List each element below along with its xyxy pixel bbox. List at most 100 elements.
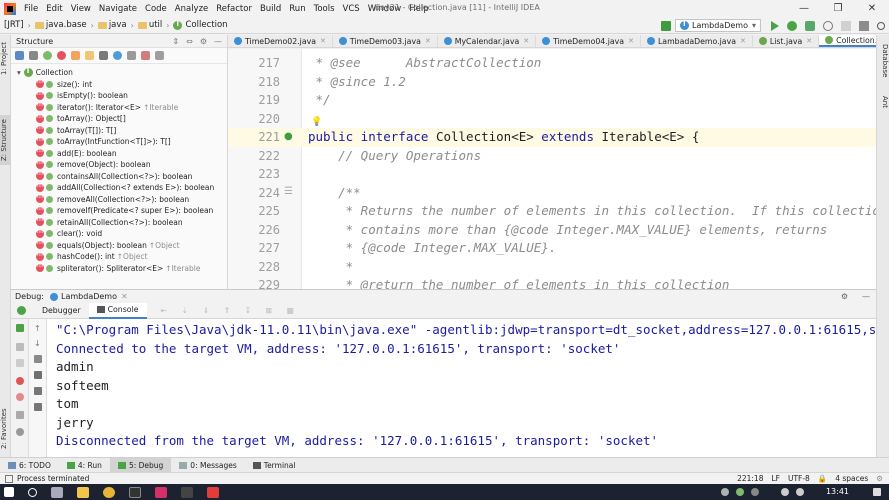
show-properties-icon[interactable]	[71, 51, 80, 60]
menu-analyze[interactable]: Analyze	[171, 4, 213, 14]
tray-icon[interactable]	[751, 488, 759, 496]
volume-icon[interactable]	[796, 488, 804, 496]
rerun-icon[interactable]	[17, 306, 26, 315]
notifications-icon[interactable]	[873, 488, 881, 496]
show-lambdas-icon[interactable]	[85, 51, 94, 60]
arrow-up-icon[interactable]: ↑	[34, 324, 42, 333]
project-tool-tab[interactable]: 1: Project	[0, 39, 11, 79]
taskbar-clock[interactable]: 13:41	[826, 487, 849, 496]
search-icon[interactable]	[28, 487, 37, 497]
editor-tab[interactable]: MyCalendar.java ✕	[438, 35, 537, 47]
fold-icon[interactable]: ☰	[284, 186, 293, 197]
run-icon[interactable]	[771, 20, 779, 31]
cursor-position[interactable]: 221:18	[737, 474, 763, 483]
menu-build[interactable]: Build	[256, 4, 285, 14]
sort-by-type-icon[interactable]	[15, 51, 24, 60]
editor-tab[interactable]: TimeDemo04.java ✕	[536, 35, 641, 47]
file-explorer-icon[interactable]	[77, 486, 89, 498]
trash-icon[interactable]	[34, 403, 42, 411]
arrow-down-icon[interactable]: ↓	[34, 339, 42, 348]
editor-tab[interactable]: LambadaDemo.java ✕	[641, 35, 753, 47]
gear-icon[interactable]: ⚙	[200, 37, 207, 46]
hammer-build-icon[interactable]	[661, 20, 671, 31]
breadcrumb-java[interactable]: java	[94, 20, 131, 30]
settings-icon[interactable]	[16, 428, 24, 436]
intellij-icon[interactable]	[155, 486, 167, 498]
tray-icon[interactable]	[736, 488, 744, 496]
close-tab-icon[interactable]: ✕	[806, 37, 812, 45]
camera-icon[interactable]	[16, 411, 24, 419]
breadcrumb-jrt[interactable]: [JRT]	[0, 20, 28, 30]
database-tool-tab[interactable]: Database	[877, 41, 889, 81]
autoscroll-to-source-icon[interactable]	[141, 51, 150, 60]
lightbulb-icon[interactable]: 💡	[311, 117, 322, 127]
show-non-public-icon[interactable]	[127, 51, 136, 60]
structure-member[interactable]: addAll(Collection<? extends E>): boolean	[11, 182, 227, 194]
implemented-method-icon[interactable]: ●	[284, 131, 293, 142]
structure-member[interactable]: iterator(): Iterator<E>↑Iterable	[11, 101, 227, 114]
editor-tab[interactable]: Collection.java✕	[819, 35, 876, 47]
structure-member[interactable]: clear(): void	[11, 228, 227, 240]
line-separator[interactable]: LF	[771, 474, 780, 483]
chrome-icon[interactable]	[103, 486, 115, 498]
editor-tab[interactable]: TimeDemo03.java ✕	[333, 35, 438, 47]
bottom-tab[interactable]: 6: TODO	[0, 461, 59, 470]
structure-member[interactable]: spliterator(): Spliterator<E>↑Iterable	[11, 262, 227, 275]
breadcrumb-collection[interactable]: Collection	[169, 20, 231, 30]
bottom-tab[interactable]: 4: Run	[59, 461, 110, 470]
structure-member[interactable]: toArray(): Object[]	[11, 113, 227, 125]
maximize-button[interactable]: ❐	[821, 0, 855, 17]
menu-file[interactable]: File	[20, 4, 42, 14]
menu-vcs[interactable]: VCS	[339, 4, 364, 14]
gear-icon[interactable]: ⚙	[841, 292, 848, 301]
bottom-tab[interactable]: 5: Debug	[109, 457, 172, 473]
close-button[interactable]: ✕	[855, 0, 889, 17]
debug-session-tab[interactable]: LambdaDemo	[61, 292, 117, 301]
view-breakpoints-icon[interactable]	[16, 377, 24, 385]
soft-wrap-icon[interactable]	[34, 355, 42, 363]
editor-tab[interactable]: TimeDemo02.java ✕	[228, 35, 333, 47]
collapse-all-icon[interactable]: ⇔	[186, 37, 193, 46]
close-tab-icon[interactable]: ✕	[628, 37, 634, 45]
editor-tab[interactable]: List.java ✕	[753, 35, 820, 47]
bottom-tab[interactable]: Terminal	[245, 461, 304, 470]
terminal-icon[interactable]	[129, 486, 141, 498]
code-editor[interactable]: 217 * @see AbstractCollection 218 * @sinc…	[228, 49, 876, 289]
resume-icon[interactable]	[16, 324, 24, 332]
menu-navigate[interactable]: Navigate	[95, 4, 141, 14]
structure-tool-tab[interactable]: Z: Structure	[0, 115, 11, 165]
autoscroll-from-source-icon[interactable]	[155, 51, 164, 60]
wifi-icon[interactable]	[781, 488, 789, 496]
tray-icon[interactable]	[721, 488, 729, 496]
chevron-down-icon[interactable]: ▾	[17, 68, 21, 77]
minimize-button[interactable]: —	[787, 0, 821, 17]
tree-root-collection[interactable]: ▾ Collection	[11, 67, 227, 79]
structure-member[interactable]: removeIf(Predicate<? super E>): boolean	[11, 205, 227, 217]
coverage-icon[interactable]	[805, 20, 815, 31]
menu-code[interactable]: Code	[141, 4, 171, 14]
sort-alphabetically-icon[interactable]	[29, 51, 38, 60]
close-icon[interactable]: ✕	[121, 292, 128, 301]
structure-member[interactable]: hashCode(): int↑Object	[11, 251, 227, 263]
screen-recorder-icon[interactable]	[207, 486, 219, 498]
menu-tools[interactable]: Tools	[310, 4, 339, 14]
indent-setting[interactable]: 4 spaces	[835, 474, 868, 483]
close-tab-icon[interactable]: ✕	[320, 37, 326, 45]
structure-member[interactable]: remove(Object): boolean	[11, 159, 227, 171]
profile-icon[interactable]	[823, 20, 833, 31]
menu-edit[interactable]: Edit	[42, 4, 66, 14]
menu-run[interactable]: Run	[285, 4, 309, 14]
app-icon[interactable]	[181, 486, 193, 498]
bottom-tab[interactable]: 0: Messages	[171, 461, 244, 470]
project-structure-icon[interactable]	[859, 20, 869, 31]
hide-icon[interactable]: —	[862, 292, 870, 301]
breadcrumb-util[interactable]: util	[134, 20, 166, 30]
file-encoding[interactable]: UTF-8	[788, 474, 810, 483]
close-tab-icon[interactable]: ✕	[740, 37, 746, 45]
tab-console[interactable]: Console	[88, 302, 147, 319]
lock-icon[interactable]: 🔒	[818, 474, 827, 483]
tab-debugger[interactable]: Debugger	[34, 303, 89, 319]
structure-member[interactable]: equals(Object): boolean↑Object	[11, 239, 227, 252]
search-icon[interactable]	[877, 21, 885, 30]
close-tab-icon[interactable]: ✕	[523, 37, 529, 45]
